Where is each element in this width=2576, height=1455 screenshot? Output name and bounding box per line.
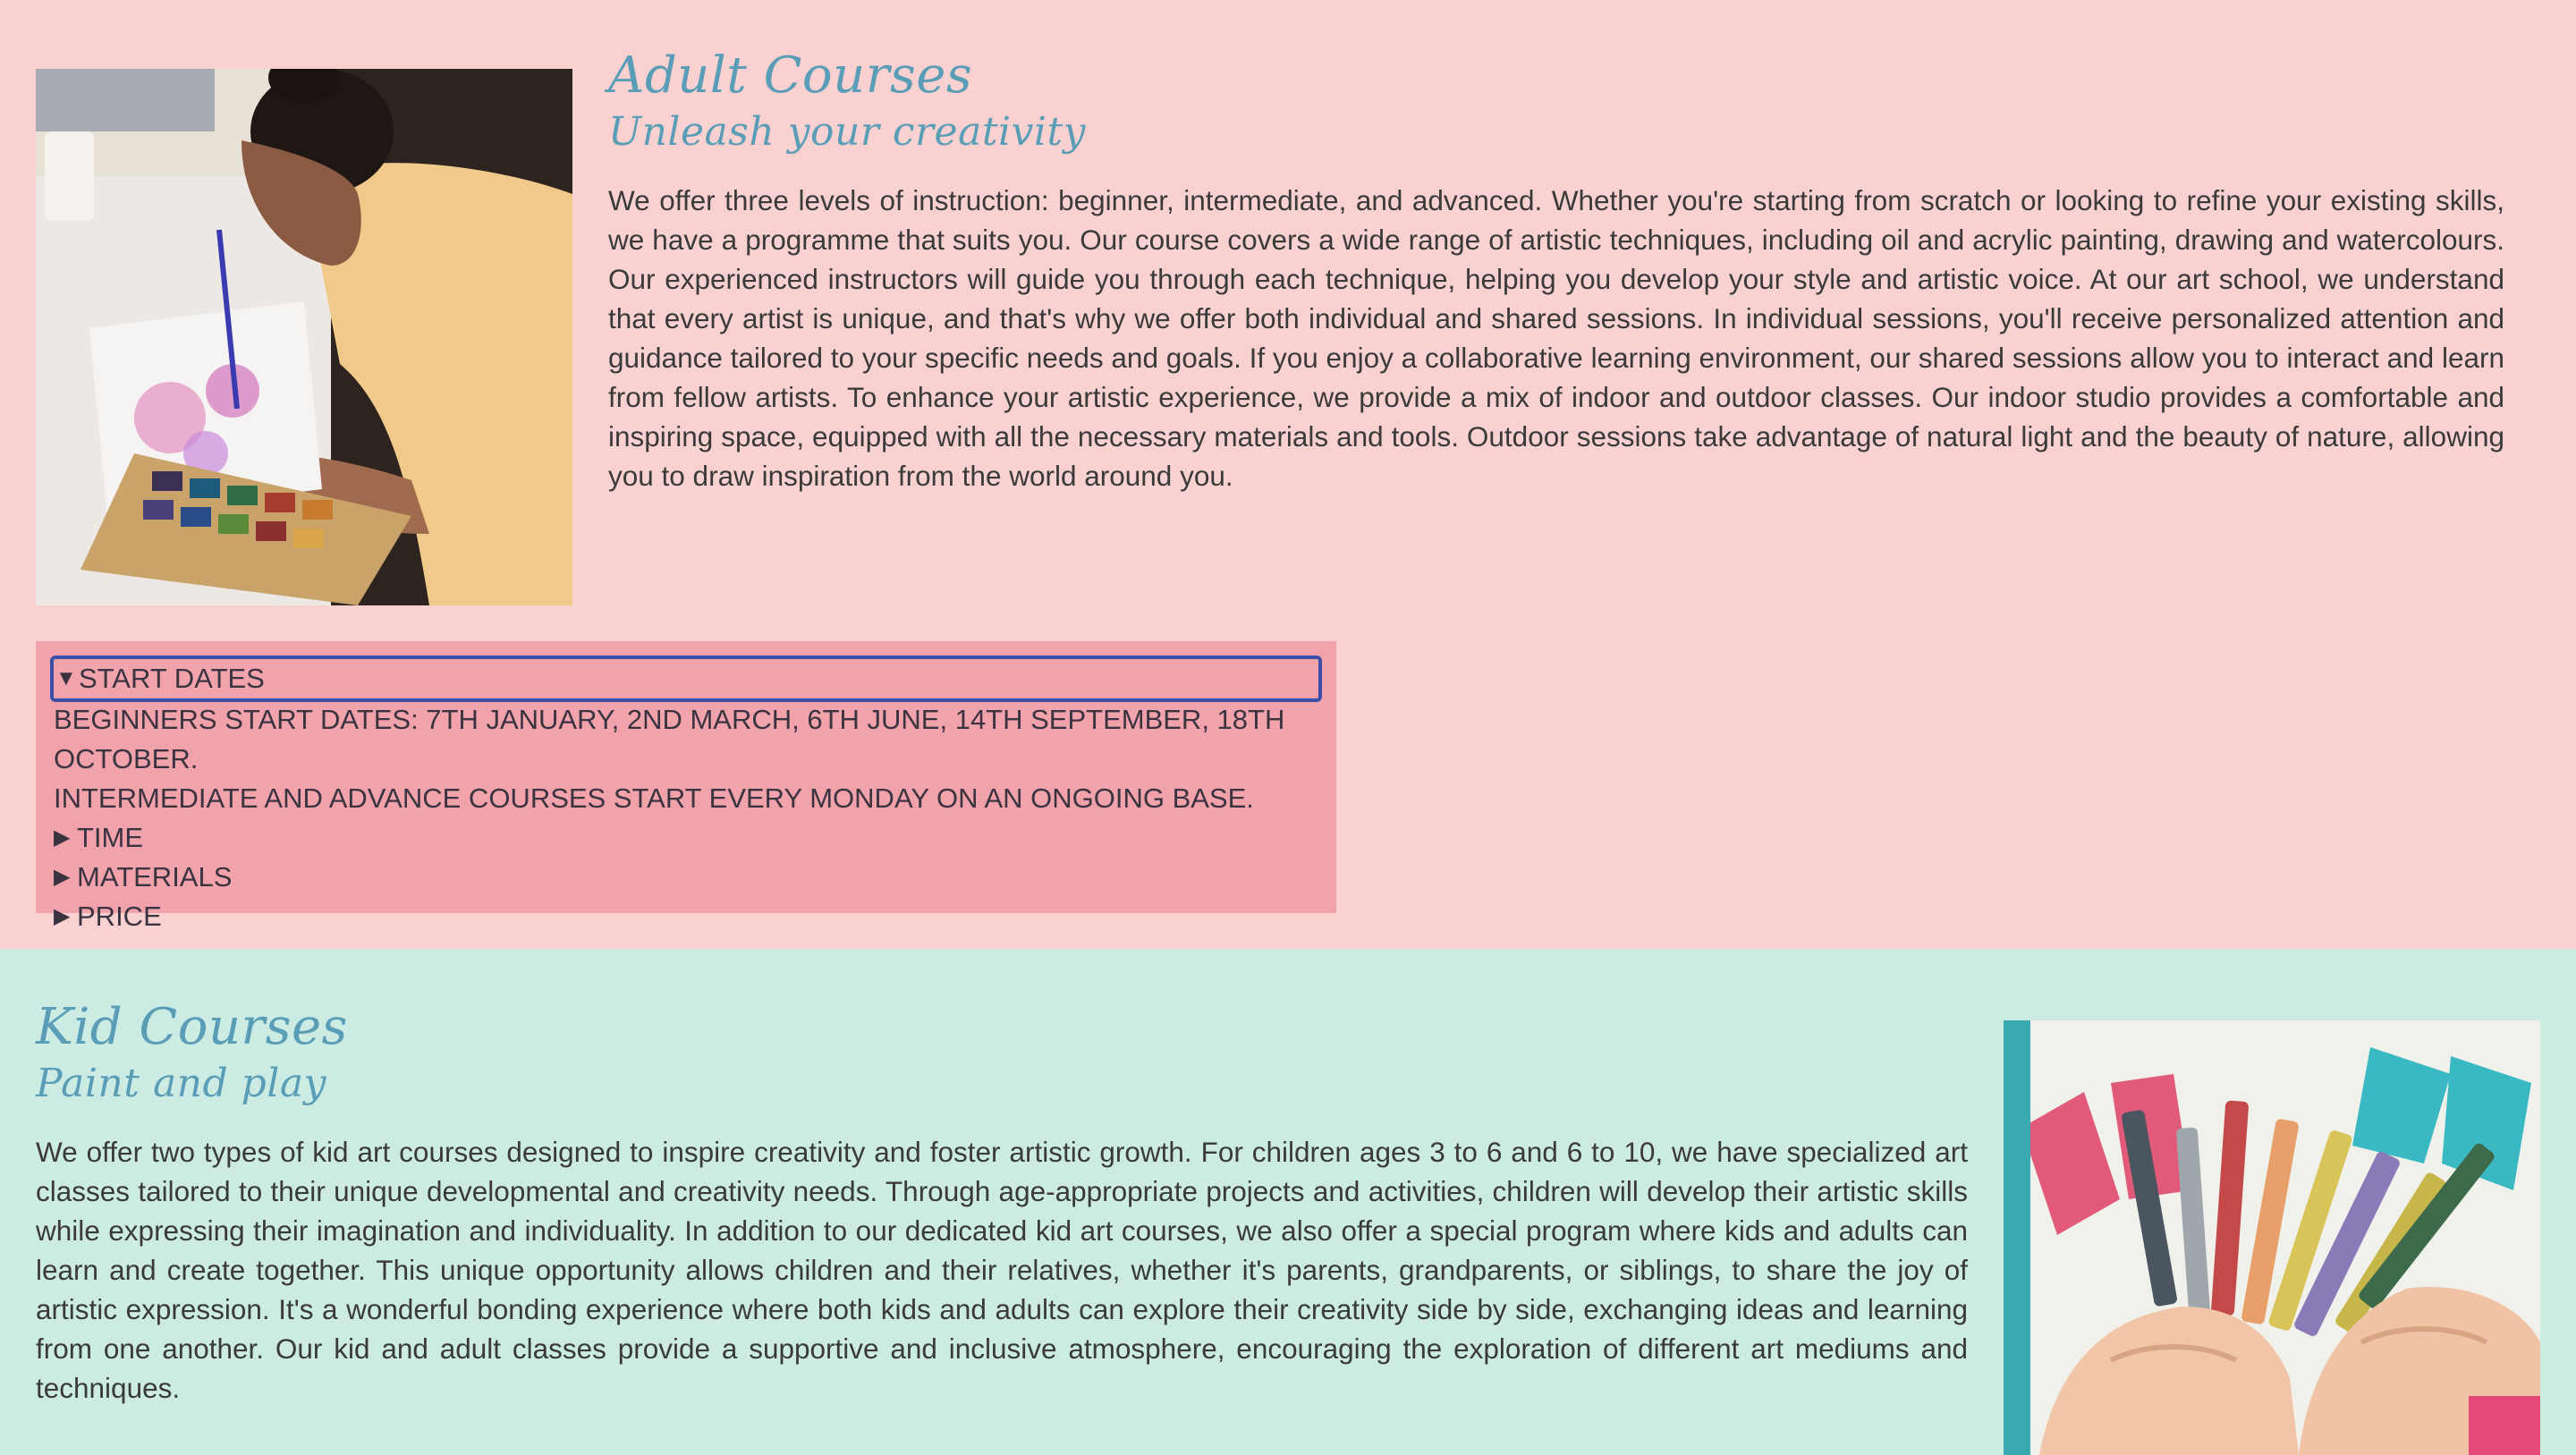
kid-courses-content: Kid Courses Paint and play We offer two … <box>36 996 1968 1408</box>
adult-courses-subtitle: Unleash your creativity <box>608 109 1087 155</box>
triangle-right-icon: ▶ <box>54 904 71 928</box>
triangle-down-icon: ▼ <box>55 666 77 690</box>
crayons-photo <box>2004 1020 2540 1455</box>
start-dates-summary[interactable]: ▼ Start dates <box>50 656 1322 702</box>
painting-photo <box>36 69 572 605</box>
adult-courses-content: Adult Courses Unleash your creativity We… <box>608 45 2504 495</box>
adult-courses-title: Adult Courses <box>608 47 973 105</box>
kid-courses-title: Kid Courses <box>36 998 348 1056</box>
adult-courses-description: We offer three levels of instruction: be… <box>608 184 2504 492</box>
start-dates-line-intermediate: Intermediate and advance courses start e… <box>54 782 1254 814</box>
start-dates-line-beginners: Beginners start dates: 7th January, 2nd … <box>54 704 1285 774</box>
time-summary[interactable]: ▶ Time <box>54 818 1318 858</box>
materials-summary[interactable]: ▶ Materials <box>54 858 1318 897</box>
start-dates-label: Start dates <box>79 663 265 694</box>
price-label: Price <box>77 901 162 932</box>
kid-courses-subtitle: Paint and play <box>36 1061 326 1106</box>
triangle-right-icon: ▶ <box>54 865 71 889</box>
course-details-accordion: ▼ Start dates Beginners start dates: 7th… <box>36 641 1336 932</box>
price-summary[interactable]: ▶ Price <box>54 897 1318 936</box>
kid-courses-description: We offer two types of kid art courses de… <box>36 1136 1968 1404</box>
materials-label: Materials <box>77 861 233 892</box>
triangle-right-icon: ▶ <box>54 825 71 850</box>
time-label: Time <box>77 822 144 853</box>
